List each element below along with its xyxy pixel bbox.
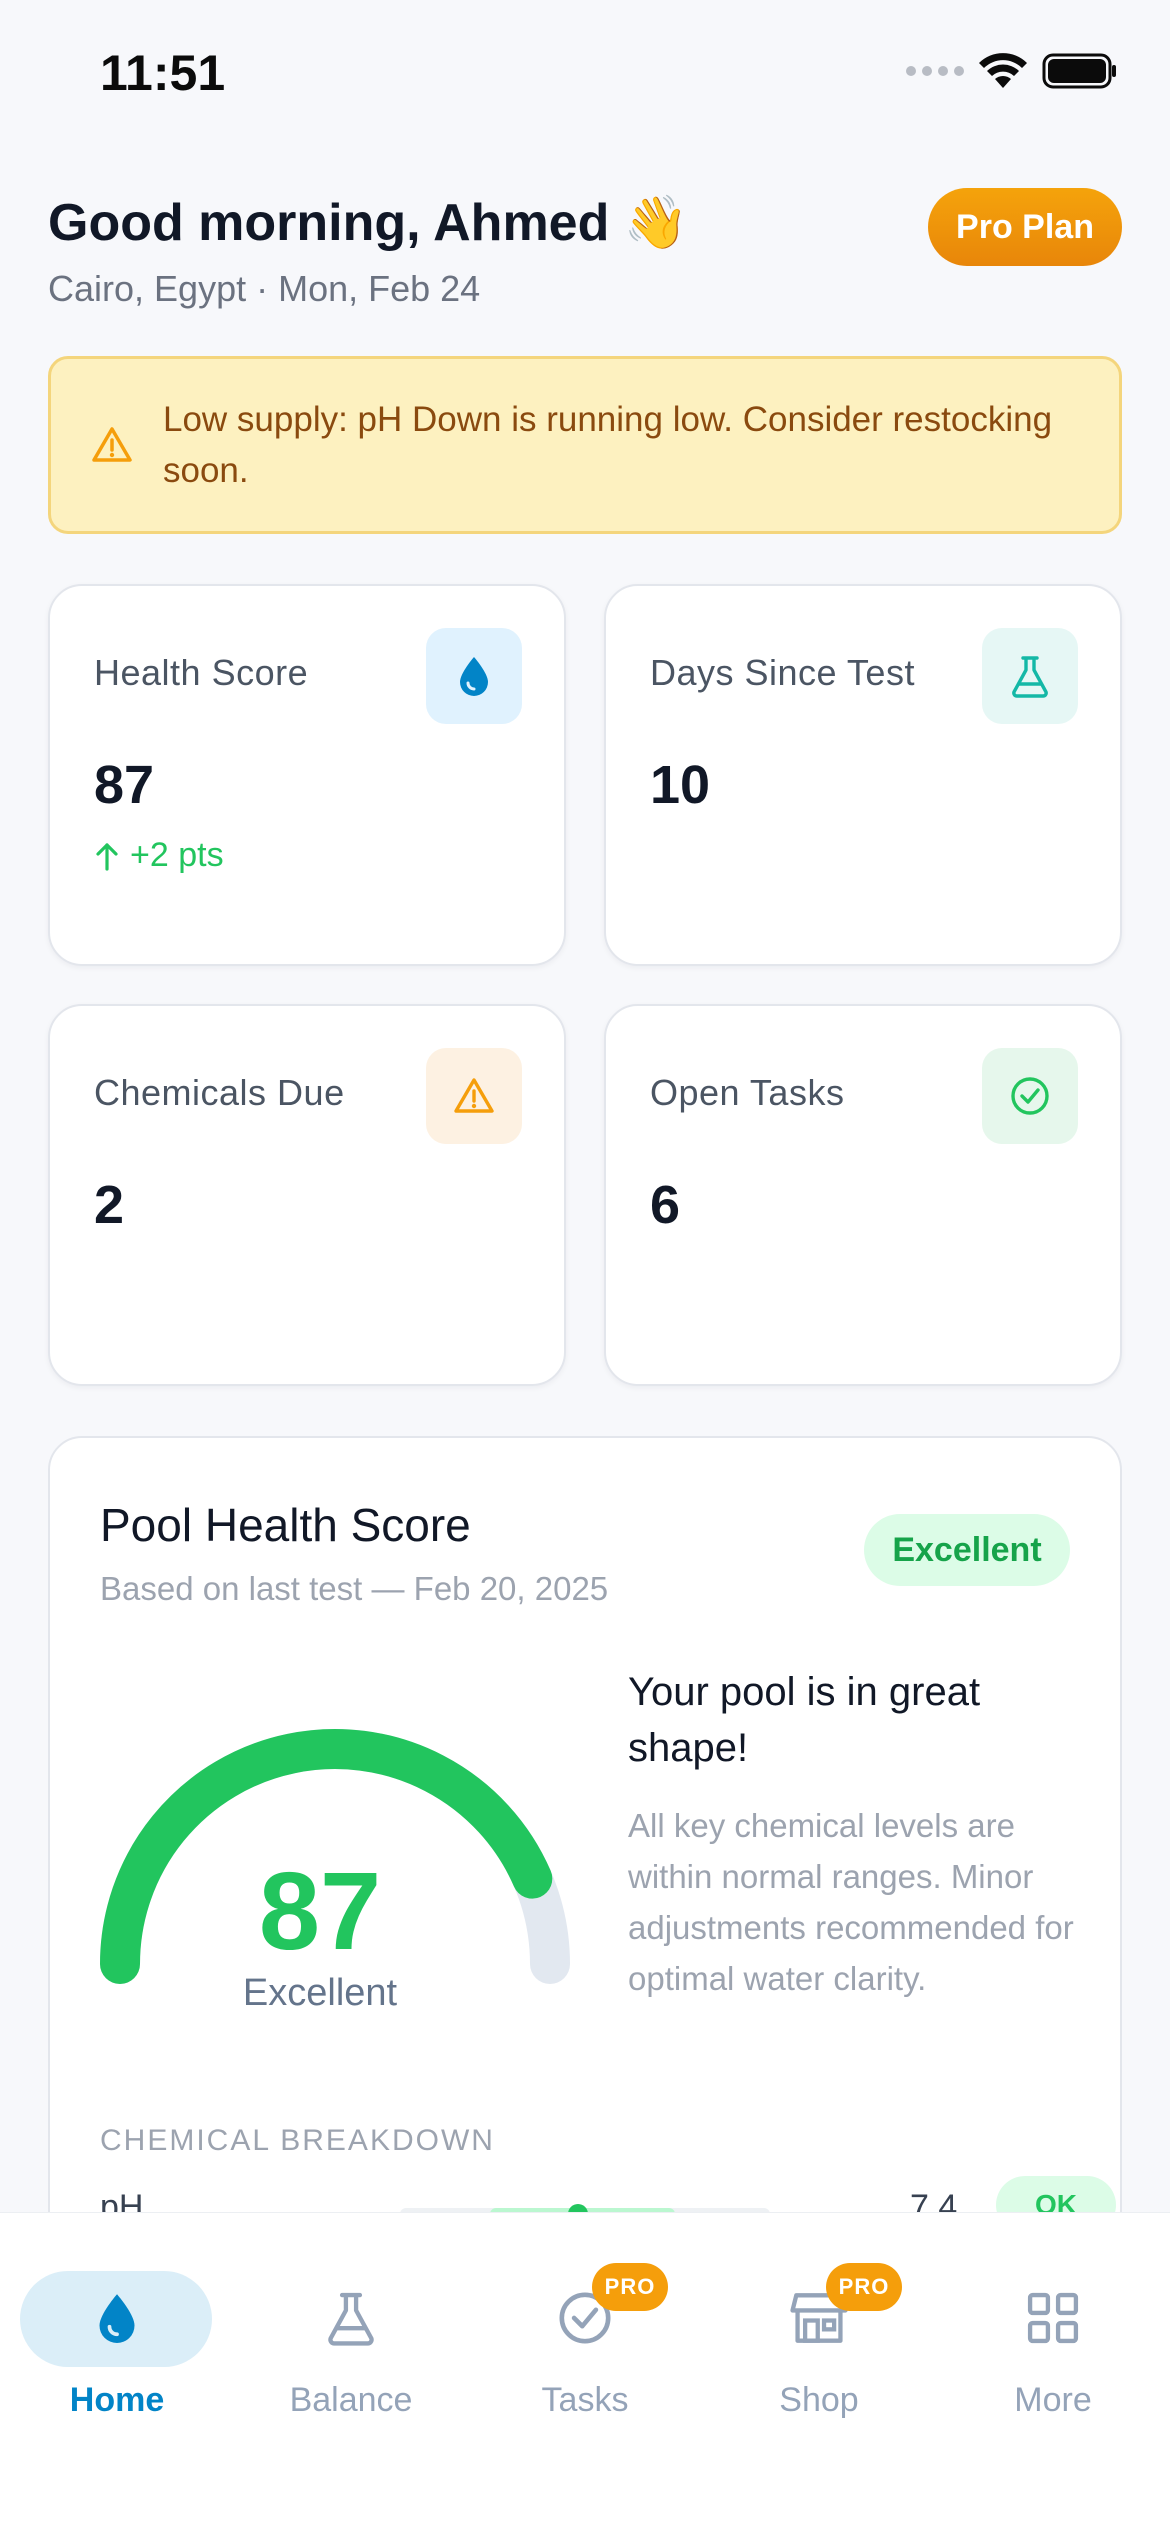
tab-label: Balance [289,2381,413,2419]
tab-label: More [1014,2381,1092,2419]
check-circle-icon [982,1048,1078,1144]
gauge-score: 87 [258,1850,382,1973]
tab-home[interactable]: Home [0,2243,234,2419]
tab-label: Shop [779,2381,859,2419]
tab-label: Tasks [541,2381,629,2419]
flask-icon [318,2285,384,2351]
health-description: All key chemical levels are within norma… [628,1807,1074,1997]
arrow-up-icon [96,842,118,871]
warning-icon [426,1048,522,1144]
stat-value: 87 [94,755,155,815]
water-drop-icon [84,2285,150,2351]
battery-icon [1042,53,1116,89]
status-time: 11:51 [100,45,226,101]
tab-more[interactable]: More [936,2243,1170,2419]
health-headline: Your pool is in great shape! [628,1670,981,1770]
tab-balance[interactable]: Balance [234,2243,468,2419]
water-drop-icon [426,628,522,724]
warning-icon [92,427,132,462]
tab-shop[interactable]: PRO Shop [702,2243,936,2419]
tab-label: Home [69,2381,165,2419]
status-badge: Excellent [864,1514,1070,1586]
stat-value: 10 [650,755,711,815]
greeting-title: Good morning, Ahmed 👋 [48,194,689,252]
stat-card-health-score[interactable]: Health Score 87 +2 pts [48,584,566,966]
stat-card-days-since-test[interactable]: Days Since Test 10 [604,584,1122,966]
status-icons [906,52,1118,90]
pro-plan-button[interactable]: Pro Plan [928,188,1122,266]
stat-value: 2 [94,1175,125,1235]
wifi-icon [979,53,1027,88]
low-supply-alert[interactable]: Low supply: pH Down is running low. Cons… [48,356,1122,534]
grid-icon [1020,2285,1086,2351]
card-title: Pool Health Score [100,1499,471,1551]
breakdown-heading: CHEMICAL BREAKDOWN [100,2124,495,2157]
pro-badge: PRO [592,2263,668,2311]
alert-message: Low supply: pH Down is running low. Cons… [163,400,1053,490]
stat-card-open-tasks[interactable]: Open Tasks 6 [604,1004,1122,1386]
bottom-tab-bar: Home Balance PRO Tasks PRO Shop More [0,2212,1170,2532]
gauge-label: Excellent [242,1972,398,2014]
stat-label: Chemicals Due [94,1072,345,1113]
stat-label: Health Score [94,652,309,693]
stat-label: Open Tasks [650,1072,845,1113]
stat-card-chemicals-due[interactable]: Chemicals Due 2 [48,1004,566,1386]
stat-value: 6 [650,1175,681,1235]
stat-delta-text: +2 pts [130,836,224,874]
stat-label: Days Since Test [650,652,915,693]
pro-badge: PRO [826,2263,902,2311]
status-bar: 11:51 [0,0,1170,150]
stat-delta: +2 pts [94,836,224,875]
cellular-signal-icon [906,66,964,76]
tab-tasks[interactable]: PRO Tasks [468,2243,702,2419]
flask-icon [982,628,1078,724]
card-subtitle: Based on last test — Feb 20, 2025 [100,1570,609,1607]
location-date: Cairo, Egypt · Mon, Feb 24 [48,268,481,309]
